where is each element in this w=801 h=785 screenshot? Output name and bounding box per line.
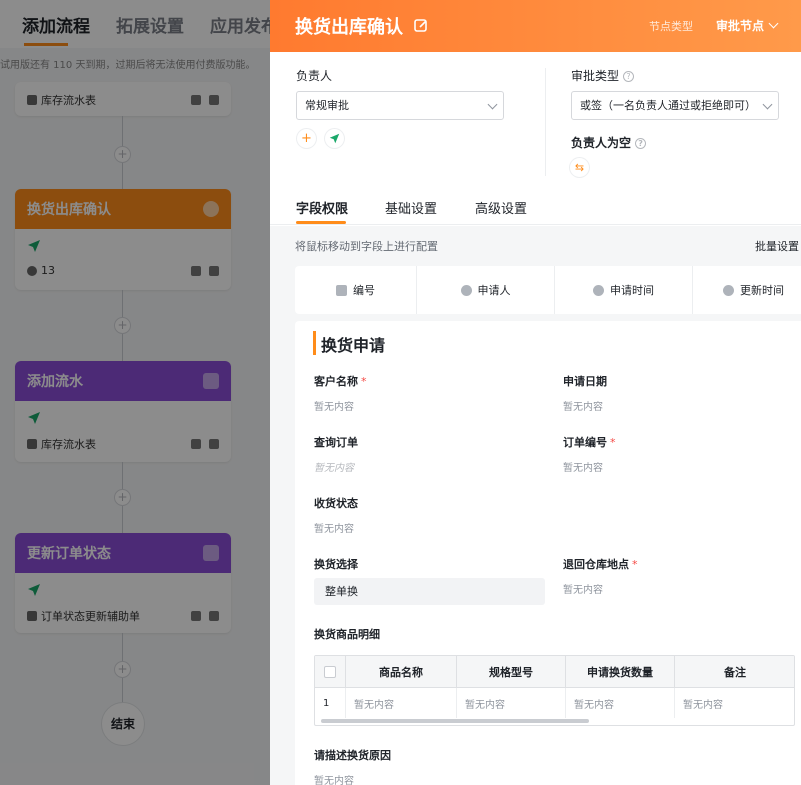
settings-tabs: 字段权限 基础设置 高级设置 xyxy=(270,190,801,225)
form-section-card: 换货申请 客户名称 * 暂无内容 申请日期 暂无内容 查询订单 暂无内容 订单编号… xyxy=(295,321,801,785)
table-cell: 暂无内容 xyxy=(457,688,566,718)
table-cell: 暂无内容 xyxy=(346,688,457,718)
field-reason-value: 暂无内容 xyxy=(314,776,354,785)
table-row: 1 暂无内容 暂无内容 暂无内容 暂无内容 xyxy=(315,688,794,718)
system-fields-bar: 编号 申请人 申请时间 更新时间 xyxy=(295,266,801,314)
table-header-row: 商品名称 规格型号 申请换货数量 备注 xyxy=(315,656,794,688)
field-query-order-value: 暂无内容 xyxy=(314,463,354,474)
refresh-clock-icon xyxy=(723,284,734,296)
owner-select[interactable]: 常规审批 xyxy=(296,91,504,120)
help-icon[interactable]: ? xyxy=(623,71,635,82)
add-owner-button[interactable]: + xyxy=(297,129,316,148)
send-icon xyxy=(329,133,340,144)
approval-type-select[interactable]: 或签（一名负责人通过或拒绝即可） xyxy=(571,91,779,120)
table-header: 规格型号 xyxy=(457,656,566,688)
field-apply-date[interactable]: 申请日期 xyxy=(563,373,607,389)
table-cell: 暂无内容 xyxy=(566,688,675,718)
drawer-header: 换货出库确认 节点类型 审批节点 xyxy=(270,0,801,52)
section-accent-bar xyxy=(313,331,316,355)
empty-owner-label: 负责人为空? xyxy=(571,134,647,151)
field-customer[interactable]: 客户名称 * xyxy=(314,373,367,389)
system-field-applicant[interactable]: 申请人 xyxy=(417,266,555,314)
batch-settings-button[interactable]: 批量设置 xyxy=(755,238,799,254)
drawer-backdrop[interactable] xyxy=(0,0,270,785)
tab-underline xyxy=(296,221,346,224)
flow-canvas: 添加流程 拓展设置 应用发布 试用版还有 110 天到期，过期后将无法使用付费版… xyxy=(0,0,270,785)
send-button[interactable] xyxy=(325,129,344,148)
system-field-number[interactable]: 编号 xyxy=(295,266,417,314)
field-return-warehouse[interactable]: 退回仓库地点 * xyxy=(563,556,638,572)
field-receive-status[interactable]: 收货状态 xyxy=(314,495,358,511)
edit-icon[interactable] xyxy=(413,18,429,34)
field-return-warehouse-value: 暂无内容 xyxy=(563,585,603,596)
system-field-apply-time[interactable]: 申请时间 xyxy=(555,266,693,314)
table-scrollbar[interactable] xyxy=(321,719,589,723)
help-icon[interactable]: ? xyxy=(635,138,647,149)
field-order-no[interactable]: 订单编号 * xyxy=(563,434,616,450)
field-receive-status-value: 暂无内容 xyxy=(314,524,354,535)
swap-icon[interactable]: ⇆ xyxy=(570,158,589,177)
row-number: 1 xyxy=(315,688,346,718)
table-cell: 暂无内容 xyxy=(675,688,794,718)
table-header: 备注 xyxy=(675,656,794,688)
section-title: 换货申请 xyxy=(321,336,386,355)
field-query-order[interactable]: 查询订单 xyxy=(314,434,358,450)
approval-type-value: 或签（一名负责人通过或拒绝即可） xyxy=(580,99,756,112)
chevron-down-icon xyxy=(487,99,498,110)
table-header: 申请换货数量 xyxy=(566,656,675,688)
approval-type-label: 审批类型? xyxy=(571,67,635,84)
tab-field-permissions[interactable]: 字段权限 xyxy=(296,198,348,217)
tab-advanced-settings[interactable]: 高级设置 xyxy=(475,198,527,217)
node-config-drawer: 换货出库确认 节点类型 审批节点 负责人 常规审批 + 审批类型? 或签（一名负… xyxy=(270,0,801,785)
config-hint: 将鼠标移动到字段上进行配置 xyxy=(295,240,438,253)
field-permission-panel: 将鼠标移动到字段上进行配置 批量设置 编号 申请人 申请时间 更新时间 换货申请… xyxy=(270,226,801,785)
detail-table: 商品名称 规格型号 申请换货数量 备注 1 暂无内容 暂无内容 暂无内容 暂无内… xyxy=(314,655,795,726)
field-reason[interactable]: 请描述换货原因 xyxy=(314,747,391,763)
field-apply-date-value: 暂无内容 xyxy=(563,402,603,413)
system-field-update-time[interactable]: 更新时间 xyxy=(693,266,801,314)
node-type-value: 审批节点 xyxy=(715,19,764,33)
drawer-title[interactable]: 换货出库确认 xyxy=(295,13,403,39)
tab-basic-settings[interactable]: 基础设置 xyxy=(385,198,437,217)
field-swap-choice-value: 整单换 xyxy=(314,578,545,605)
field-swap-choice[interactable]: 换货选择 xyxy=(314,556,358,572)
clock-icon xyxy=(593,284,604,296)
select-all-cell[interactable] xyxy=(315,656,346,688)
owner-value: 常规审批 xyxy=(305,99,349,112)
field-detail[interactable]: 换货商品明细 xyxy=(314,626,380,642)
table-header: 商品名称 xyxy=(346,656,457,688)
chevron-down-icon xyxy=(768,18,779,29)
user-icon xyxy=(460,284,472,296)
select-all-checkbox[interactable] xyxy=(324,665,336,678)
owner-label: 负责人 xyxy=(296,69,333,83)
divider xyxy=(545,68,546,176)
field-customer-value: 暂无内容 xyxy=(314,402,354,413)
number-icon xyxy=(336,284,347,296)
node-type-select[interactable]: 审批节点 xyxy=(715,17,779,34)
chevron-down-icon xyxy=(762,99,773,110)
field-order-no-value: 暂无内容 xyxy=(563,463,603,474)
node-type-label: 节点类型 xyxy=(649,20,693,33)
